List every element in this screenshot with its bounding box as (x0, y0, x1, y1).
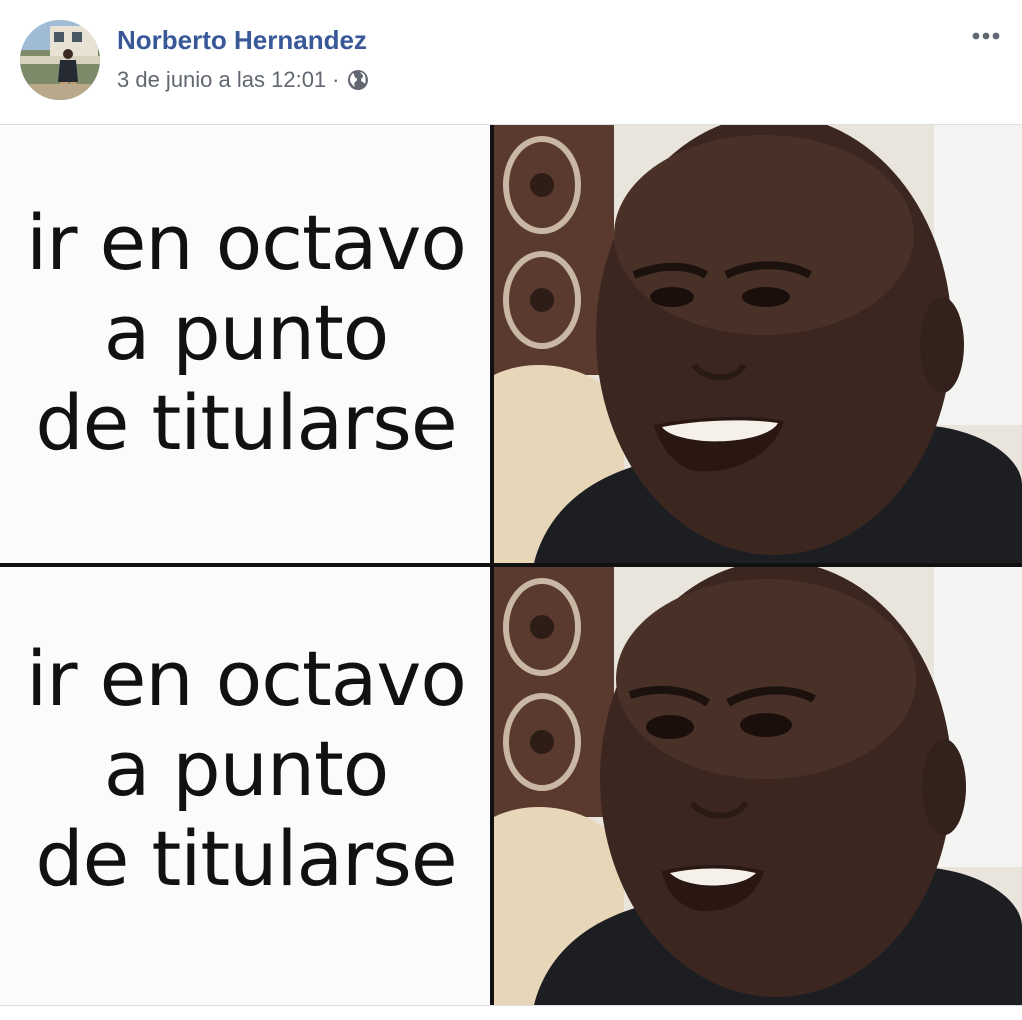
meme-vertical-border (490, 125, 494, 1005)
meme-panel-1-photo-smiling (494, 125, 1022, 563)
author-avatar[interactable] (20, 20, 100, 100)
meme-panel-1-text: ir en octavo a punto de titularse (0, 125, 492, 563)
meme-caption-line: ir en octavo (26, 634, 467, 723)
globe-icon[interactable] (346, 68, 370, 92)
more-horizontal-icon[interactable] (966, 22, 1006, 50)
meme-caption-line: ir en octavo (26, 198, 467, 287)
meme-caption-line: de titularse (35, 378, 457, 467)
meta-separator: · (332, 67, 340, 92)
meme-caption-line: a punto (103, 288, 390, 377)
author-name-link[interactable]: Norberto Hernandez (117, 25, 367, 56)
post-meta: 3 de junio a las 12:01 · (117, 66, 370, 94)
post-header: Norberto Hernandez 3 de junio a las 12:0… (0, 0, 1022, 124)
meme-bottom-divider (0, 1005, 1022, 1006)
post-timestamp[interactable]: 3 de junio a las 12:01 (117, 67, 326, 93)
meme-panel-2-text: ir en octavo a punto de titularse (0, 567, 492, 1005)
meme-horizontal-border (0, 563, 1022, 567)
meme-caption-line: a punto (103, 724, 390, 813)
facebook-post: Norberto Hernandez 3 de junio a las 12:0… (0, 0, 1022, 1020)
meme-caption-line: de titularse (35, 814, 457, 903)
meme-image[interactable]: ir en octavo a punto de titularse ir en … (0, 125, 1022, 1005)
meme-panel-2-photo-disappointed (494, 567, 1022, 1005)
